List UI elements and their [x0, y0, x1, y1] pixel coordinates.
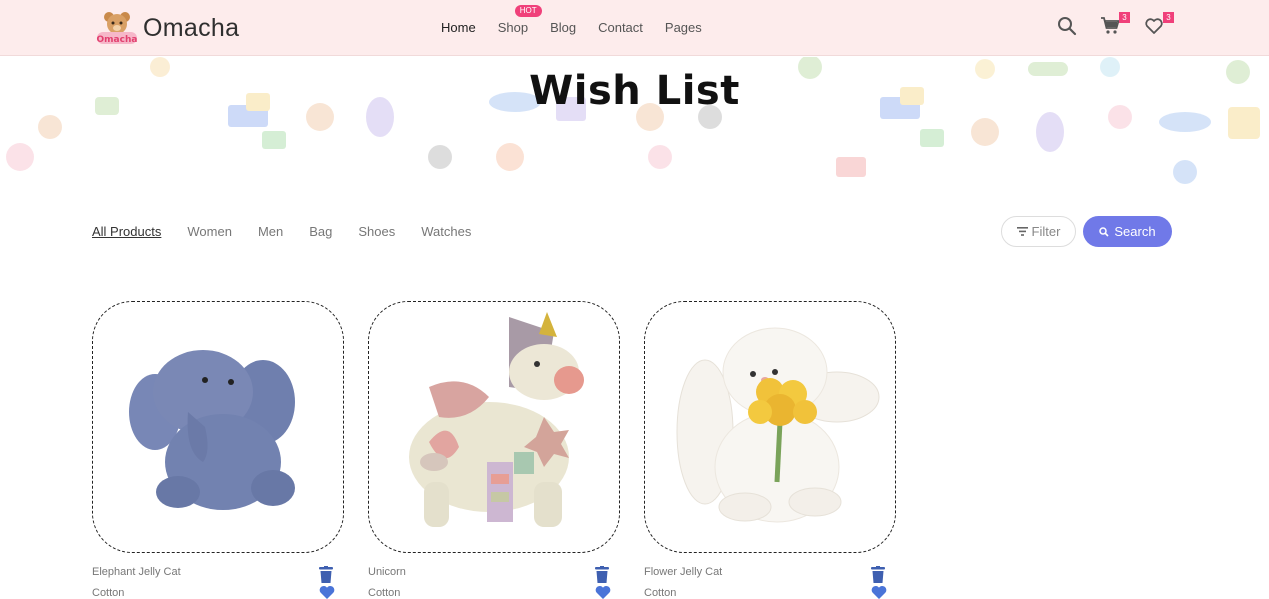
- tab-women[interactable]: Women: [187, 224, 232, 239]
- filter-icon: [1016, 227, 1028, 236]
- wishlist-count-badge: 3: [1163, 12, 1174, 23]
- page-banner: Wish List: [0, 57, 1269, 186]
- cart-icon: [1101, 17, 1120, 34]
- search-button[interactable]: Search: [1083, 216, 1172, 247]
- search-icon[interactable]: [1057, 16, 1081, 40]
- product-name[interactable]: Elephant Jelly Cat: [92, 566, 181, 578]
- nav-contact[interactable]: Contact: [598, 20, 643, 35]
- heart-outline-icon: [1145, 18, 1163, 34]
- trash-icon[interactable]: [871, 566, 887, 584]
- product-material: Cotton: [92, 587, 125, 599]
- filter-label: Filter: [1031, 224, 1061, 239]
- wishlist-button[interactable]: 3: [1144, 12, 1174, 40]
- product-material: Cotton: [368, 587, 401, 599]
- cart-button[interactable]: 3: [1100, 12, 1130, 40]
- nav-shop[interactable]: Shop HOT: [497, 5, 542, 35]
- category-tabs: All Products Women Men Bag Shoes Watches: [92, 224, 497, 239]
- page-title: Wish List: [529, 68, 740, 114]
- product-image-elephant-plush[interactable]: [92, 301, 344, 553]
- product-card: Unicorn Cotton: [368, 301, 620, 599]
- teddy-bear-logo-icon: Omacha: [95, 8, 139, 48]
- trash-icon[interactable]: [595, 566, 611, 584]
- heart-icon[interactable]: [319, 585, 336, 599]
- tab-all-products[interactable]: All Products: [92, 224, 161, 239]
- nav-blog[interactable]: Blog: [550, 20, 576, 35]
- search-small-icon: [1099, 226, 1109, 237]
- tab-watches[interactable]: Watches: [421, 224, 471, 239]
- trash-icon[interactable]: [319, 566, 335, 584]
- nav-shop-label: Shop: [497, 20, 529, 35]
- product-image-unicorn-plush[interactable]: [368, 301, 620, 553]
- tab-men[interactable]: Men: [258, 224, 283, 239]
- nav-home[interactable]: Home: [441, 20, 476, 35]
- product-name[interactable]: Flower Jelly Cat: [644, 566, 722, 578]
- cart-count-badge: 3: [1119, 12, 1130, 23]
- search-label: Search: [1114, 224, 1156, 239]
- product-card: Flower Jelly Cat Cotton: [644, 301, 896, 599]
- brand-name: Omacha: [143, 13, 240, 42]
- svg-text:Omacha: Omacha: [97, 35, 138, 45]
- nav-pages[interactable]: Pages: [665, 20, 702, 35]
- product-material: Cotton: [644, 587, 677, 599]
- product-card: Elephant Jelly Cat Cotton: [92, 301, 344, 599]
- heart-icon[interactable]: [871, 585, 888, 599]
- heart-icon[interactable]: [595, 585, 612, 599]
- tab-shoes[interactable]: Shoes: [358, 224, 395, 239]
- product-image-bunny-plush[interactable]: [644, 301, 896, 553]
- filter-button[interactable]: Filter: [1001, 216, 1076, 247]
- site-header: Omacha Omacha Home Shop HOT Blog Contact…: [0, 0, 1269, 56]
- product-name[interactable]: Unicorn: [368, 566, 406, 578]
- tab-bag[interactable]: Bag: [309, 224, 332, 239]
- brand-logo[interactable]: Omacha Omacha: [95, 8, 239, 48]
- hot-badge: HOT: [514, 5, 542, 17]
- main-nav: Home Shop HOT Blog Contact Pages: [441, 5, 724, 35]
